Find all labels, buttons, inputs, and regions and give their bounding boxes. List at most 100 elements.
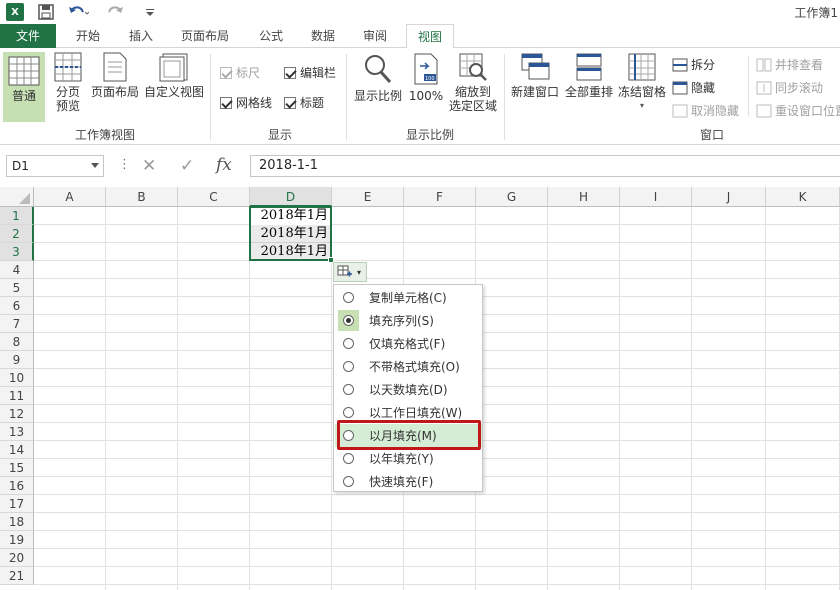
gridlines-checkbox[interactable]: 网格线	[220, 94, 272, 111]
column-header-B[interactable]: B	[106, 187, 178, 207]
row-header-17[interactable]: 17	[0, 495, 34, 513]
autofill-option-9[interactable]: 快速填充(F)	[335, 470, 482, 493]
row-header-21[interactable]: 21	[0, 567, 34, 585]
column-header-C[interactable]: C	[178, 187, 250, 207]
row-header-2[interactable]: 2	[0, 225, 34, 243]
arrange-all-button[interactable]: 全部重排	[562, 52, 616, 99]
column-header-A[interactable]: A	[34, 187, 106, 207]
redo-icon[interactable]	[104, 3, 128, 21]
row-header-15[interactable]: 15	[0, 459, 34, 477]
radio-button-icon	[338, 310, 359, 331]
autofill-option-8[interactable]: 以年填充(Y)	[335, 447, 482, 470]
tab-file[interactable]: 文件	[0, 24, 56, 48]
zoom-button[interactable]: 显示比例	[352, 52, 404, 103]
row-gridline	[34, 278, 840, 279]
column-header-K[interactable]: K	[766, 187, 840, 207]
custom-views-button[interactable]: 自定义视图	[142, 52, 206, 99]
row-header-20[interactable]: 20	[0, 549, 34, 567]
row-header-19[interactable]: 19	[0, 531, 34, 549]
row-header-14[interactable]: 14	[0, 441, 34, 459]
row-header-11[interactable]: 11	[0, 387, 34, 405]
enter-icon[interactable]: ✓	[180, 156, 194, 176]
row-header-10[interactable]: 10	[0, 369, 34, 387]
page-break-preview-button[interactable]: 分页 预览	[48, 52, 88, 113]
zoom-group-label: 显示比例	[405, 128, 454, 142]
autofill-option-5[interactable]: 以天数填充(D)	[335, 378, 482, 401]
row-header-16[interactable]: 16	[0, 477, 34, 495]
tab-review[interactable]: 审阅	[352, 24, 398, 48]
zoom-to-selection-button[interactable]: 缩放到 选定区域	[446, 52, 500, 113]
tab-data[interactable]: 数据	[300, 24, 346, 48]
column-header-D[interactable]: D	[250, 187, 332, 207]
row-header-12[interactable]: 12	[0, 405, 34, 423]
split-label: 拆分	[691, 58, 716, 72]
formula-input[interactable]: 2018-1-1	[250, 155, 840, 177]
radio-circle-icon	[343, 453, 354, 464]
ruler-checkbox[interactable]: 标尺	[220, 64, 260, 81]
split-button[interactable]: 拆分	[672, 56, 715, 73]
show-group-label: 显示	[267, 128, 292, 142]
cancel-icon[interactable]: ✕	[142, 156, 156, 176]
row-header-6[interactable]: 6	[0, 297, 34, 315]
insert-function-icon[interactable]: fx	[216, 155, 232, 175]
column-header-I[interactable]: I	[620, 187, 692, 207]
reset-position-button[interactable]: 重设窗口位置	[756, 102, 840, 119]
column-header-F[interactable]: F	[404, 187, 476, 207]
row-header-4[interactable]: 4	[0, 261, 34, 279]
tab-formulas[interactable]: 公式	[248, 24, 294, 48]
sync-scroll-label: 同步滚动	[775, 81, 824, 95]
row-header-5[interactable]: 5	[0, 279, 34, 297]
row-gridline	[34, 242, 840, 243]
formula-bar-drag-icon[interactable]: ⋮	[118, 157, 131, 172]
row-header-9[interactable]: 9	[0, 351, 34, 369]
radio-circle-icon	[343, 476, 354, 487]
sync-scroll-button[interactable]: 同步滚动	[756, 79, 823, 96]
customize-qat-icon[interactable]	[140, 3, 160, 21]
normal-view-button[interactable]: 普通	[3, 52, 45, 122]
window-title: 工作簿1	[794, 6, 838, 20]
column-header-J[interactable]: J	[692, 187, 766, 207]
row-header-18[interactable]: 18	[0, 513, 34, 531]
normal-view-label: 普通	[11, 89, 36, 103]
tab-insert[interactable]: 插入	[118, 24, 164, 48]
select-all-corner[interactable]	[0, 187, 34, 207]
row-header-13[interactable]: 13	[0, 423, 34, 441]
side-by-side-button[interactable]: 并排查看	[756, 56, 823, 73]
hide-button[interactable]: 隐藏	[672, 79, 715, 96]
tab-home[interactable]: 开始	[64, 24, 112, 48]
sync-scroll-icon	[756, 81, 772, 94]
row-header-3[interactable]: 3	[0, 243, 34, 261]
name-box-dropdown-icon[interactable]	[91, 163, 99, 168]
column-header-H[interactable]: H	[548, 187, 620, 207]
row-header-7[interactable]: 7	[0, 315, 34, 333]
autofill-option-4[interactable]: 不带格式填充(O)	[335, 355, 482, 378]
column-header-E[interactable]: E	[332, 187, 404, 207]
autofill-option-3[interactable]: 仅填充格式(F)	[335, 332, 482, 355]
excel-logo-icon: X	[6, 3, 24, 21]
autofill-option-2[interactable]: 填充序列(S)	[335, 309, 482, 332]
column-header-G[interactable]: G	[476, 187, 548, 207]
row-header-1[interactable]: 1	[0, 207, 34, 225]
autofill-dropdown-icon: ▾	[357, 267, 362, 277]
tab-page-layout[interactable]: 页面布局	[172, 24, 238, 48]
page-layout-view-button[interactable]: 页面布局	[88, 52, 142, 99]
cell-D3[interactable]: 2018年1月	[250, 243, 332, 261]
autofill-options-button[interactable]: ▾	[333, 262, 367, 282]
group-separator	[504, 54, 505, 140]
headings-checkbox[interactable]: 标题	[284, 94, 324, 111]
zoom-100-button[interactable]: 100 100%	[408, 52, 444, 103]
undo-icon[interactable]	[66, 3, 90, 21]
save-icon[interactable]	[36, 3, 56, 21]
autofill-option-1[interactable]: 复制单元格(C)	[335, 286, 482, 309]
new-window-button[interactable]: 新建窗口	[508, 52, 562, 99]
tab-view[interactable]: 视图	[406, 24, 454, 49]
autofill-option-label: 填充序列(S)	[369, 314, 434, 328]
name-box[interactable]: D1	[6, 155, 104, 177]
cell-D1[interactable]: 2018年1月	[250, 207, 332, 225]
cell-D2[interactable]: 2018年1月	[250, 225, 332, 243]
formula-bar-checkbox[interactable]: 编辑栏	[284, 64, 336, 81]
row-header-8[interactable]: 8	[0, 333, 34, 351]
unhide-button[interactable]: 取消隐藏	[672, 102, 739, 119]
highlight-annotation	[337, 420, 481, 450]
freeze-panes-button[interactable]: 冻结窗格 ▾	[616, 52, 668, 113]
